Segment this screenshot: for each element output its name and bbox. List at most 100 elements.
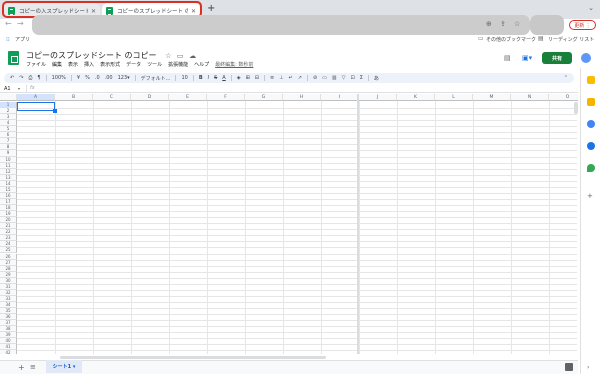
menu-extensions[interactable]: 拡張機能 — [168, 61, 188, 68]
link-icon[interactable]: ⊘ — [313, 75, 317, 81]
column-header[interactable]: A — [17, 94, 55, 101]
italic-icon[interactable]: I — [208, 75, 209, 81]
merge-cells-icon[interactable]: ⊟ — [255, 75, 259, 81]
valign-icon[interactable]: ⊥ — [279, 75, 283, 81]
show-side-panel-icon[interactable]: › — [587, 364, 589, 371]
font-size-select[interactable]: 10 — [181, 75, 187, 81]
more-formats-button[interactable]: 123▾ — [118, 75, 130, 81]
add-sheet-button[interactable]: + — [18, 363, 25, 372]
document-title[interactable]: コピーのスプレッドシート のコピー ☆ ▭ ☁ — [26, 50, 196, 61]
borders-icon[interactable]: ⊞ — [246, 75, 250, 81]
new-tab-button[interactable]: + — [207, 4, 215, 14]
column-header[interactable]: J — [359, 94, 397, 101]
bookmark-apps[interactable]: アプリ — [15, 36, 30, 43]
all-sheets-button[interactable]: ≡ — [30, 363, 36, 371]
meet-icon[interactable]: ▣▾ — [522, 54, 532, 62]
column-header[interactable]: B — [55, 94, 93, 101]
column-header[interactable]: M — [473, 94, 511, 101]
menu-file[interactable]: ファイル — [26, 61, 46, 68]
explore-icon[interactable] — [565, 363, 573, 371]
forward-icon[interactable]: → — [17, 19, 24, 28]
column-header[interactable]: G — [245, 94, 283, 101]
cloud-status-icon[interactable]: ☁ — [189, 52, 196, 60]
bookmark-reading[interactable]: リーディング リスト — [548, 36, 594, 43]
column-header[interactable]: D — [131, 94, 169, 101]
back-icon[interactable]: ← — [5, 19, 12, 28]
update-button[interactable]: 更新 ⋮ — [569, 20, 596, 30]
selected-cell-a1[interactable] — [17, 102, 57, 113]
menu-help[interactable]: ヘルプ — [194, 61, 209, 68]
undo-icon[interactable]: ↶ — [10, 75, 14, 81]
comments-icon[interactable]: ▤ — [504, 54, 511, 62]
share-page-icon[interactable]: ⇪ — [500, 20, 506, 28]
document-title-text[interactable]: コピーのスプレッドシート のコピー — [26, 51, 157, 60]
address-bar-redacted[interactable] — [32, 15, 530, 35]
tasks-icon[interactable] — [587, 120, 595, 128]
menu-format[interactable]: 表示形式 — [100, 61, 120, 68]
font-select[interactable]: デフォルト... — [141, 75, 171, 82]
decrease-decimal-button[interactable]: .0 — [95, 75, 100, 81]
bookmark-other[interactable]: その他のブックマーク — [486, 36, 536, 43]
functions-icon[interactable]: Σ — [360, 75, 363, 81]
star-icon[interactable]: ☆ — [514, 20, 520, 28]
share-button[interactable]: 共有 — [542, 52, 572, 64]
collapse-toolbar-icon[interactable]: ⌃ — [564, 75, 568, 81]
sheets-logo-icon[interactable] — [8, 51, 19, 65]
strikethrough-icon[interactable]: S — [214, 75, 217, 81]
column-header[interactable]: E — [169, 94, 207, 101]
column-header[interactable]: C — [93, 94, 131, 101]
bold-icon[interactable]: B — [199, 75, 203, 81]
menu-view[interactable]: 表示 — [68, 61, 78, 68]
print-icon[interactable]: ⎙ — [28, 75, 32, 81]
input-tools-icon[interactable]: あ — [374, 75, 379, 82]
keep-icon[interactable] — [587, 98, 595, 106]
column-header[interactable]: N — [511, 94, 549, 101]
filter-views-icon[interactable]: ⊡ — [350, 75, 354, 81]
fill-color-icon[interactable]: ◈ — [237, 75, 241, 81]
zoom-select[interactable]: 100% — [52, 75, 66, 81]
sheet-tab-1[interactable]: シート1 ▾ — [46, 360, 82, 373]
name-box-dropdown-icon[interactable]: ▾ — [18, 86, 20, 91]
column-header[interactable]: H — [283, 94, 321, 101]
add-addon-icon[interactable]: + — [587, 192, 593, 200]
profile-redacted[interactable] — [530, 15, 564, 35]
column-header[interactable]: L — [435, 94, 473, 101]
chart-icon[interactable]: ▥ — [332, 75, 337, 81]
menu-edit[interactable]: 編集 — [52, 61, 62, 68]
comment-icon[interactable]: ▭ — [322, 75, 327, 81]
increase-decimal-button[interactable]: .00 — [105, 75, 113, 81]
tab-search-icon[interactable]: ⌄ — [588, 4, 594, 12]
apps-grid-icon[interactable]: ⁝⁝ — [6, 36, 10, 43]
rotate-icon[interactable]: ↗ — [298, 75, 302, 81]
menu-insert[interactable]: 挿入 — [84, 61, 94, 68]
formula-input[interactable] — [38, 85, 576, 92]
column-header[interactable]: O — [549, 94, 578, 101]
contacts-icon[interactable] — [587, 142, 595, 150]
vertical-scrollbar[interactable] — [574, 102, 578, 114]
maps-icon[interactable] — [587, 164, 595, 172]
calendar-icon[interactable] — [587, 76, 595, 84]
zoom-icon[interactable]: ⊕ — [486, 20, 492, 28]
row-header[interactable]: 42 — [0, 350, 17, 354]
currency-button[interactable]: ¥ — [77, 75, 80, 81]
star-icon[interactable]: ☆ — [165, 52, 171, 60]
text-color-icon[interactable]: A — [222, 75, 225, 81]
menu-tools[interactable]: ツール — [147, 61, 162, 68]
paint-format-icon[interactable]: ¶ — [37, 75, 40, 81]
freeze-divider[interactable] — [357, 94, 359, 354]
menu-data[interactable]: データ — [126, 61, 141, 68]
avatar[interactable] — [581, 53, 591, 63]
column-header[interactable]: F — [207, 94, 245, 101]
spreadsheet-grid[interactable]: A B C D E F G H I J K L M N O 1 2 3 4 5 6 7 8 9 10 11 12 13 14 15 16 17… — [0, 94, 578, 354]
column-header[interactable]: I — [321, 94, 359, 101]
align-icon[interactable]: ≡ — [270, 75, 274, 81]
select-all-corner[interactable] — [0, 94, 17, 101]
redo-icon[interactable]: ↷ — [19, 75, 23, 81]
filter-icon[interactable]: ▽ — [342, 75, 346, 81]
name-box[interactable]: A1 — [4, 86, 11, 92]
wrap-icon[interactable]: ↵ — [289, 75, 293, 81]
percent-button[interactable]: % — [85, 75, 90, 81]
move-folder-icon[interactable]: ▭ — [177, 52, 184, 60]
column-header[interactable]: K — [397, 94, 435, 101]
horizontal-scrollbar[interactable] — [60, 356, 326, 359]
